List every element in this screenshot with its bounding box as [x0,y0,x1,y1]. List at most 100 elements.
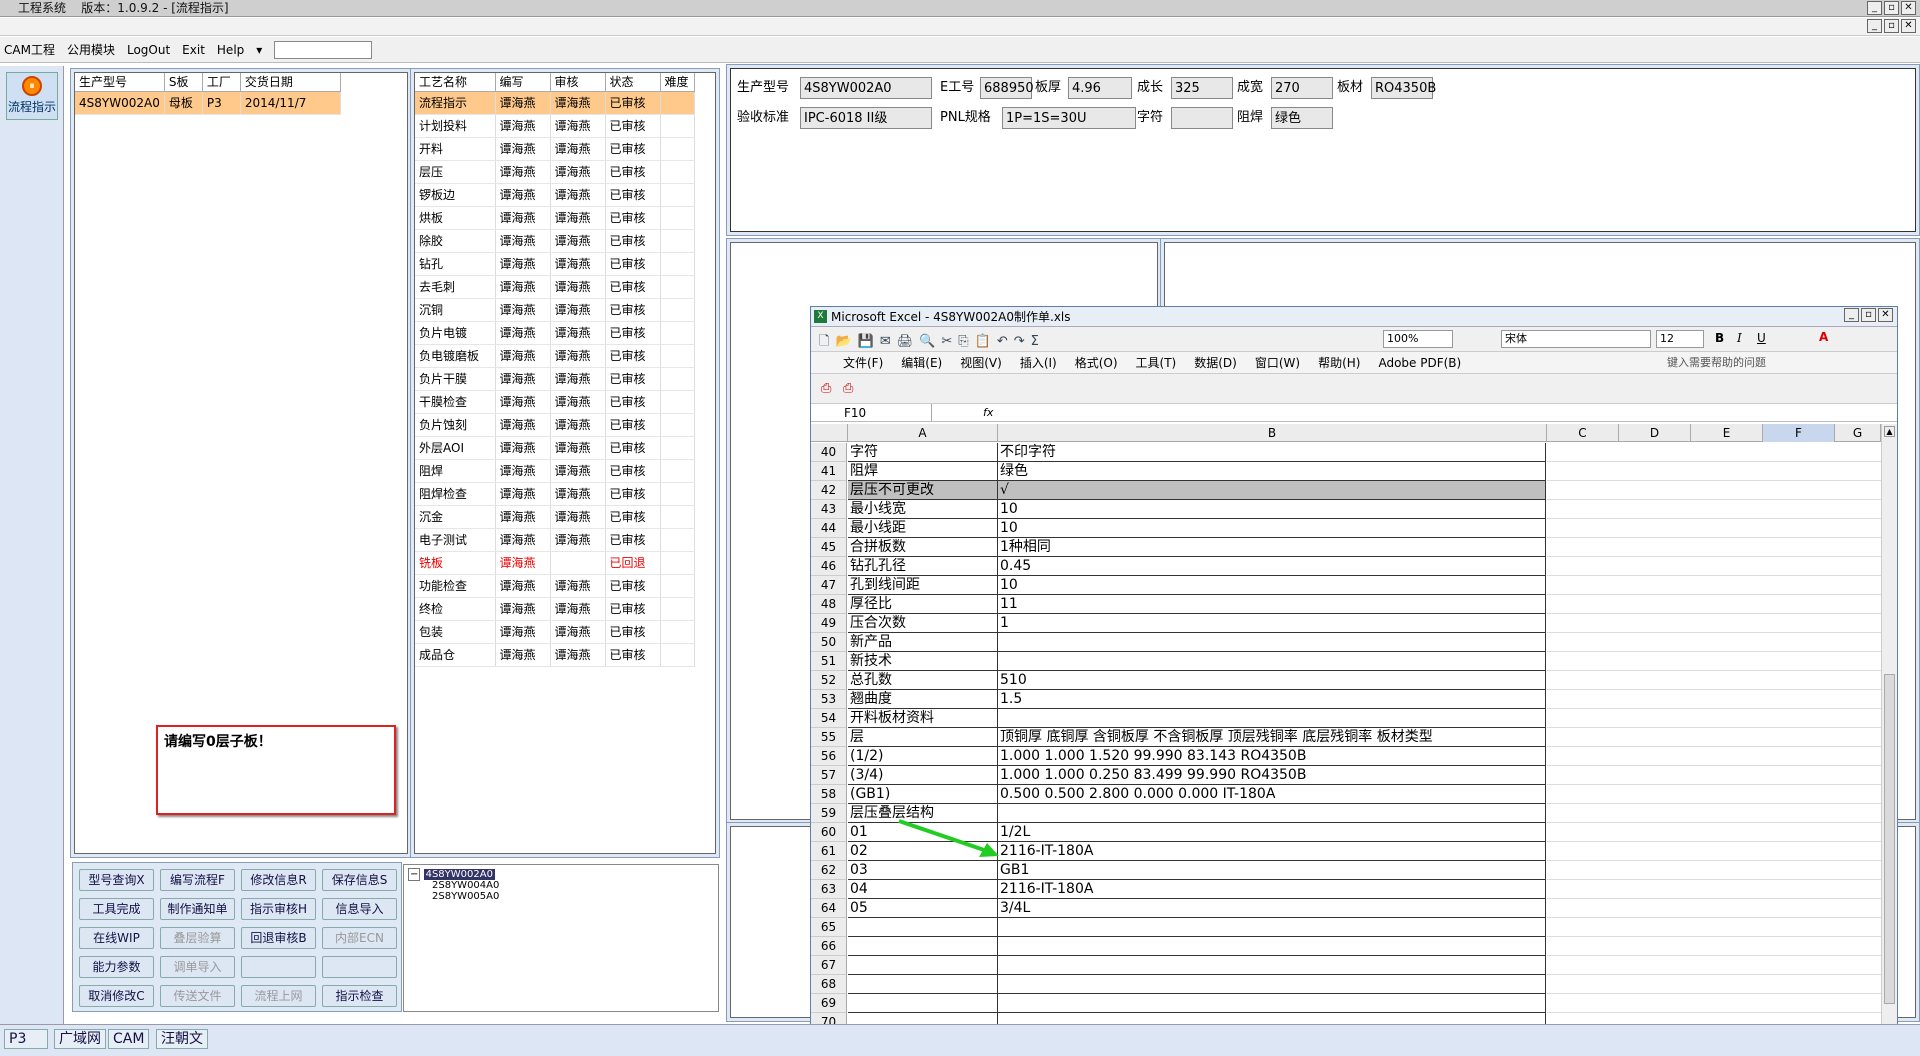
sheet-cell[interactable] [1547,557,1881,576]
table-row[interactable]: 钻孔 谭海燕 谭海燕 已审核 [415,252,695,276]
col-difficulty[interactable]: 难度 [660,73,695,92]
action-button[interactable]: 编写流程F [160,869,235,891]
table-row[interactable]: 负片电镀 谭海燕 谭海燕 已审核 [415,321,695,345]
table-row[interactable]: 4S8YW002A0 母板 P3 2014/11/7 [75,91,341,115]
row-number[interactable]: 59 [811,804,847,823]
row-number[interactable]: 57 [811,766,847,785]
sheet-cell[interactable] [1547,671,1881,690]
sheet-cell[interactable] [1547,538,1881,557]
menu-exit[interactable]: Exit [182,43,205,57]
bold-icon[interactable]: B [1715,331,1724,345]
sheet-cell[interactable] [998,709,1546,728]
action-button[interactable]: 在线WIP [79,927,154,949]
action-button[interactable]: 流程上网 [241,985,316,1007]
table-row[interactable]: 除胶 谭海燕 谭海燕 已审核 [415,229,695,253]
sheet-cell[interactable]: 0.45 [998,557,1546,576]
status-tab-cam[interactable]: CAM [108,1029,150,1049]
sheet-cell[interactable]: 1.5 [998,690,1546,709]
sheet-cell[interactable] [998,975,1546,994]
sheet-cell[interactable]: 03 [848,861,998,880]
name-box[interactable]: F10 [814,404,932,421]
sheet-cell[interactable] [1547,652,1881,671]
col-status[interactable]: 状态 [605,73,661,92]
row-number[interactable]: 44 [811,519,847,538]
tree-node[interactable]: 2S8YW005A0 [408,891,714,902]
mask-value[interactable]: 绿色 [1271,107,1333,129]
font-size-select[interactable]: 12 [1656,330,1704,348]
sheet-cell[interactable]: 3/4L [998,899,1546,918]
factory-select[interactable]: P3 [4,1029,48,1049]
row-number[interactable]: 50 [811,633,847,652]
col-header-c[interactable]: C [1547,424,1619,442]
sheet-cell[interactable]: 开料板材资料 [848,709,998,728]
sheet-cell[interactable] [998,994,1546,1013]
col-writer[interactable]: 编写 [495,73,551,92]
sheet-cell[interactable] [1547,804,1881,823]
std-value[interactable]: IPC-6018 II级 [800,107,932,129]
col-header-g[interactable]: G [1835,424,1881,442]
row-number[interactable]: 60 [811,823,847,842]
sheet-cell[interactable] [998,804,1546,823]
row-number[interactable]: 53 [811,690,847,709]
sheet-cell[interactable] [1547,994,1881,1013]
table-row[interactable]: 流程指示 谭海燕 谭海燕 已审核 [415,91,695,115]
sheet-cell[interactable]: 阻焊 [848,462,998,481]
row-number[interactable]: 40 [811,443,847,462]
excel-restore-button[interactable]: ▫ [1861,308,1876,322]
sheet-cell[interactable] [1547,519,1881,538]
table-row[interactable]: 负片干膜 谭海燕 谭海燕 已审核 [415,367,695,391]
sheet-cell[interactable] [1547,937,1881,956]
menu-combo[interactable] [274,40,373,59]
mdi-minimize-button[interactable]: _ [1867,19,1882,33]
pdf-icon[interactable]: ⎙ [821,381,831,396]
sheet-cell[interactable]: 字符 [848,443,998,462]
italic-icon[interactable]: I [1737,331,1742,345]
sheet-cell[interactable]: 孔到线间距 [848,576,998,595]
row-number[interactable]: 51 [811,652,847,671]
status-tab-user[interactable]: 汪朝文 [156,1029,208,1049]
excel-menu-item[interactable]: 窗口(W) [1255,352,1300,373]
excel-minimize-button[interactable]: _ [1844,308,1859,322]
row-number[interactable]: 66 [811,937,847,956]
row-number[interactable]: 41 [811,462,847,481]
sheet-cell[interactable]: 翘曲度 [848,690,998,709]
excel-menu-item[interactable]: 工具(T) [1136,352,1177,373]
pdf-mail-icon[interactable]: ⎙ [843,381,853,396]
sheet-cell[interactable] [998,918,1546,937]
row-number[interactable]: 56 [811,747,847,766]
zoom-select[interactable]: 100% [1383,330,1453,348]
table-row[interactable]: 负电镀磨板 谭海燕 谭海燕 已审核 [415,344,695,368]
sheet-cell[interactable]: (1/2) [848,747,998,766]
col-header-f[interactable]: F [1763,424,1835,442]
sheet-cell[interactable] [1547,918,1881,937]
sheet-cell[interactable] [1547,709,1881,728]
menu-cam[interactable]: CAM工程 [4,41,55,58]
status-tab-wan[interactable]: 广域网 [54,1029,106,1049]
row-number[interactable]: 64 [811,899,847,918]
sheet-cell[interactable] [1547,975,1881,994]
sheet-cell[interactable]: 1.000 1.000 1.520 99.990 83.143 RO4350B [998,747,1546,766]
sheet-cell[interactable] [998,956,1546,975]
col-header-a[interactable]: A [848,424,998,442]
action-button[interactable]: 取消修改C [79,985,154,1007]
length-value[interactable]: 325 [1171,77,1233,99]
table-row[interactable]: 功能检查 谭海燕 谭海燕 已审核 [415,574,695,598]
excel-close-button[interactable]: ✕ [1878,308,1893,322]
action-button[interactable]: 内部ECN [322,927,397,949]
material-value[interactable]: RO4350B [1371,77,1436,99]
sheet-cell[interactable]: 0.500 0.500 2.800 0.000 0.000 IT-180A [998,785,1546,804]
action-button[interactable]: 制作通知单 [160,898,235,920]
sheet-cell[interactable]: 层压不可更改 [848,481,998,500]
font-select[interactable]: 宋体 [1501,330,1651,348]
col-header-e[interactable]: E [1691,424,1763,442]
sheet-cell[interactable]: 1种相同 [998,538,1546,557]
vertical-scrollbar[interactable]: ▲ ▼ [1881,424,1897,1055]
sheet-cell[interactable]: 10 [998,500,1546,519]
tree-root[interactable]: − 4S8YW002A0 [408,868,714,881]
menu-logout[interactable]: LogOut [127,43,170,57]
scroll-up-icon[interactable]: ▲ [1884,426,1895,437]
row-number[interactable]: 55 [811,728,847,747]
col-sboard[interactable]: S板 [164,73,203,92]
table-row[interactable]: 锣板边 谭海燕 谭海燕 已审核 [415,183,695,207]
excel-menu-item[interactable]: 帮助(H) [1318,352,1360,373]
